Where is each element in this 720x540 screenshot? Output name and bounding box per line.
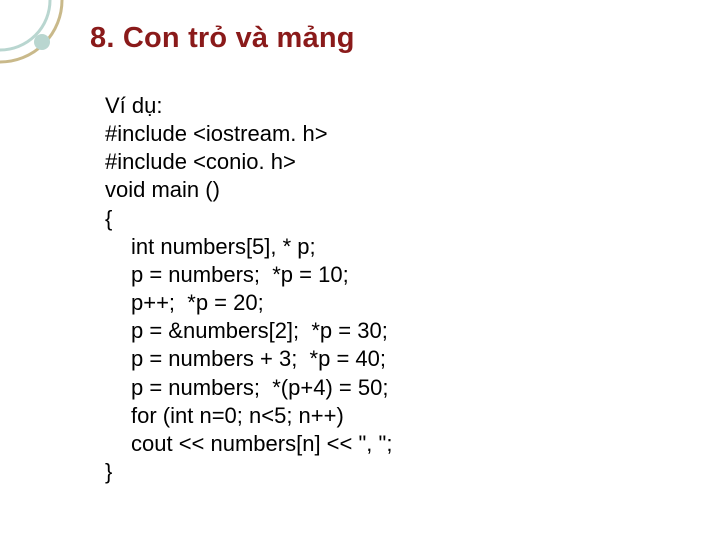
code-line: { <box>105 205 392 233</box>
corner-decoration <box>0 0 70 70</box>
code-line: int numbers[5], * p; <box>105 233 392 261</box>
example-label: Ví dụ: <box>105 92 392 120</box>
code-block: Ví dụ: #include <iostream. h> #include <… <box>105 92 392 486</box>
code-line: p = numbers; *p = 10; <box>105 261 392 289</box>
slide-title: 8. Con trỏ và mảng <box>90 22 355 55</box>
code-line: #include <iostream. h> <box>105 120 392 148</box>
code-line: for (int n=0; n<5; n++) <box>105 402 392 430</box>
code-line: cout << numbers[n] << ", "; <box>105 430 392 458</box>
code-line: p++; *p = 20; <box>105 289 392 317</box>
code-line: } <box>105 458 392 486</box>
code-line: p = numbers + 3; *p = 40; <box>105 345 392 373</box>
code-line: p = numbers; *(p+4) = 50; <box>105 374 392 402</box>
code-line: #include <conio. h> <box>105 148 392 176</box>
code-line: void main () <box>105 176 392 204</box>
code-line: p = &numbers[2]; *p = 30; <box>105 317 392 345</box>
